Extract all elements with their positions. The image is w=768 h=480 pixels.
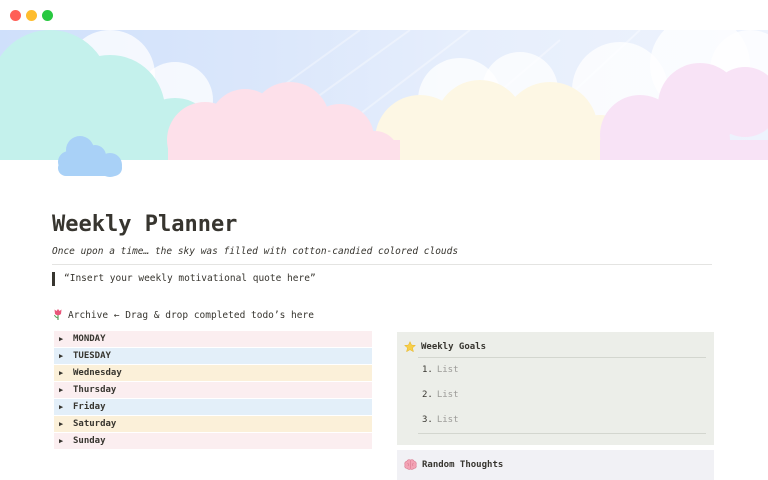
archive-link[interactable]: Archive ← Drag & drop completed todo’s h… <box>52 308 314 323</box>
goal-item[interactable]: 3. List <box>422 415 459 425</box>
day-toggle-saturday[interactable]: ▶ Saturday <box>54 416 372 432</box>
page-subtitle: Once upon a time… the sky was filled wit… <box>52 246 459 257</box>
goal-number: 2. <box>422 390 433 400</box>
divider <box>418 433 706 434</box>
triangle-right-icon[interactable]: ▶ <box>59 437 68 445</box>
day-toggle-sunday[interactable]: ▶ Sunday <box>54 433 372 449</box>
day-label: Saturday <box>73 419 117 429</box>
cloud-icon[interactable] <box>56 132 126 178</box>
brain-icon <box>404 459 417 470</box>
goal-item[interactable]: 2. List <box>422 390 459 400</box>
random-thoughts-header: Random Thoughts <box>404 459 503 470</box>
motivational-quote[interactable]: “Insert your weekly motivational quote h… <box>52 272 316 286</box>
day-label: MONDAY <box>73 334 106 344</box>
window-titlebar <box>0 0 768 30</box>
goal-text: List <box>436 365 459 375</box>
goal-text: List <box>436 415 459 425</box>
weekly-goals-header: Weekly Goals <box>404 341 486 353</box>
tulip-icon <box>54 309 62 320</box>
day-label: Thursday <box>73 385 117 395</box>
weekly-goals-title: Weekly Goals <box>421 342 487 352</box>
maximize-window-button[interactable] <box>42 10 53 21</box>
page-title: Weekly Planner <box>52 212 238 237</box>
days-toggle-list: ▶ MONDAY ▶ TUESDAY ▶ Wednesday ▶ Thursday ▶ F… <box>54 331 372 450</box>
day-label: TUESDAY <box>73 351 111 361</box>
goal-text: List <box>436 390 459 400</box>
random-thoughts-callout[interactable]: Random Thoughts <box>397 450 714 480</box>
triangle-right-icon[interactable]: ▶ <box>59 386 68 394</box>
goal-number: 3. <box>422 415 433 425</box>
goal-item[interactable]: 1. List <box>422 365 459 375</box>
day-label: Wednesday <box>73 368 122 378</box>
day-toggle-monday[interactable]: ▶ MONDAY <box>54 331 372 347</box>
day-toggle-thursday[interactable]: ▶ Thursday <box>54 382 372 398</box>
day-toggle-tuesday[interactable]: ▶ TUESDAY <box>54 348 372 364</box>
day-toggle-friday[interactable]: ▶ Friday <box>54 399 372 415</box>
archive-text: Archive ← Drag & drop completed todo’s h… <box>68 310 314 321</box>
close-window-button[interactable] <box>10 10 21 21</box>
day-label: Sunday <box>73 436 106 446</box>
triangle-right-icon[interactable]: ▶ <box>59 335 68 343</box>
triangle-right-icon[interactable]: ▶ <box>59 420 68 428</box>
day-toggle-wednesday[interactable]: ▶ Wednesday <box>54 365 372 381</box>
weekly-goals-callout[interactable]: Weekly Goals 1. List 2. List 3. List <box>397 332 714 445</box>
minimize-window-button[interactable] <box>26 10 37 21</box>
triangle-right-icon[interactable]: ▶ <box>59 403 68 411</box>
random-thoughts-title: Random Thoughts <box>422 459 504 470</box>
triangle-right-icon[interactable]: ▶ <box>59 369 68 377</box>
divider <box>52 264 712 265</box>
divider <box>418 357 706 358</box>
triangle-right-icon[interactable]: ▶ <box>59 352 68 360</box>
star-icon <box>404 341 416 353</box>
day-label: Friday <box>73 402 106 412</box>
goal-number: 1. <box>422 365 433 375</box>
